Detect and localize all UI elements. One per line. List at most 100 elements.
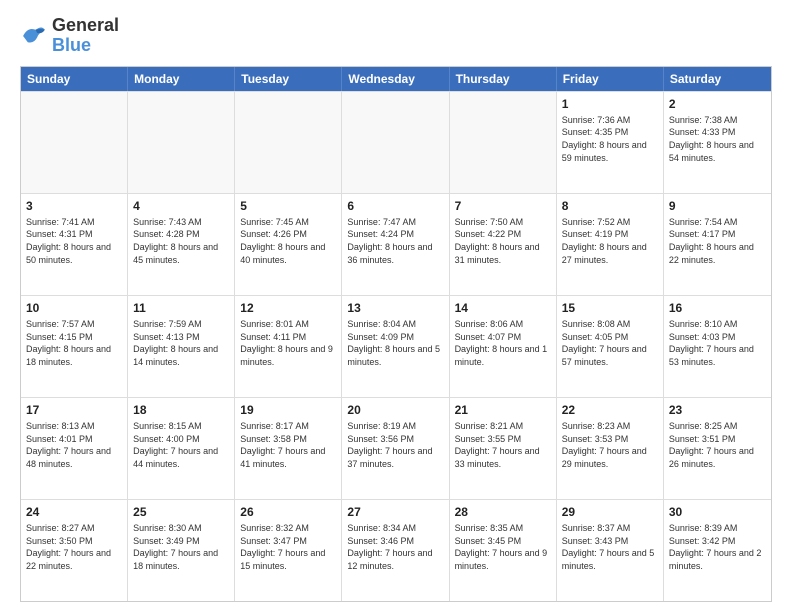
day-number: 20 [347,402,443,418]
week-row-3: 10 Sunrise: 7:57 AM Sunset: 4:15 PM Dayli… [21,295,771,397]
cal-cell: 20 Sunrise: 8:19 AM Sunset: 3:56 PM Dayli… [342,398,449,499]
cal-cell: 30 Sunrise: 8:39 AM Sunset: 3:42 PM Dayli… [664,500,771,601]
day-info: Sunrise: 8:04 AM Sunset: 4:09 PM Dayligh… [347,318,443,368]
day-number: 26 [240,504,336,520]
cal-cell [235,92,342,193]
week-row-4: 17 Sunrise: 8:13 AM Sunset: 4:01 PM Dayli… [21,397,771,499]
day-info: Sunrise: 8:30 AM Sunset: 3:49 PM Dayligh… [133,522,229,572]
calendar-header: SundayMondayTuesdayWednesdayThursdayFrid… [21,67,771,91]
day-number: 12 [240,300,336,316]
header-day-tuesday: Tuesday [235,67,342,91]
day-number: 13 [347,300,443,316]
cal-cell: 23 Sunrise: 8:25 AM Sunset: 3:51 PM Dayli… [664,398,771,499]
cal-cell: 26 Sunrise: 8:32 AM Sunset: 3:47 PM Dayli… [235,500,342,601]
day-number: 10 [26,300,122,316]
day-number: 22 [562,402,658,418]
week-row-1: 1 Sunrise: 7:36 AM Sunset: 4:35 PM Daylig… [21,91,771,193]
day-info: Sunrise: 7:50 AM Sunset: 4:22 PM Dayligh… [455,216,551,266]
day-number: 7 [455,198,551,214]
cal-cell: 2 Sunrise: 7:38 AM Sunset: 4:33 PM Daylig… [664,92,771,193]
cal-cell: 15 Sunrise: 8:08 AM Sunset: 4:05 PM Dayli… [557,296,664,397]
header-day-thursday: Thursday [450,67,557,91]
header: General Blue [20,16,772,56]
day-number: 15 [562,300,658,316]
day-info: Sunrise: 7:43 AM Sunset: 4:28 PM Dayligh… [133,216,229,266]
day-info: Sunrise: 8:17 AM Sunset: 3:58 PM Dayligh… [240,420,336,470]
header-day-friday: Friday [557,67,664,91]
header-day-saturday: Saturday [664,67,771,91]
cal-cell: 28 Sunrise: 8:35 AM Sunset: 3:45 PM Dayli… [450,500,557,601]
page: General Blue SundayMondayTuesdayWednesda… [0,0,792,612]
cal-cell: 24Sunrise: 8:27 AM Sunset: 3:50 PM Dayli… [21,500,128,601]
day-number: 6 [347,198,443,214]
day-info: Sunrise: 7:36 AM Sunset: 4:35 PM Dayligh… [562,114,658,164]
day-number: 1 [562,96,658,112]
day-info: Sunrise: 7:38 AM Sunset: 4:33 PM Dayligh… [669,114,766,164]
cal-cell: 11Sunrise: 7:59 AM Sunset: 4:13 PM Dayli… [128,296,235,397]
logo: General Blue [20,16,119,56]
day-info: Sunrise: 8:32 AM Sunset: 3:47 PM Dayligh… [240,522,336,572]
day-info: Sunrise: 8:15 AM Sunset: 4:00 PM Dayligh… [133,420,229,470]
header-day-sunday: Sunday [21,67,128,91]
day-info: Sunrise: 8:06 AM Sunset: 4:07 PM Dayligh… [455,318,551,368]
calendar-body: 1 Sunrise: 7:36 AM Sunset: 4:35 PM Daylig… [21,91,771,601]
cal-cell: 29 Sunrise: 8:37 AM Sunset: 3:43 PM Dayli… [557,500,664,601]
day-number: 30 [669,504,766,520]
day-info: Sunrise: 7:57 AM Sunset: 4:15 PM Dayligh… [26,318,122,368]
logo-icon [20,22,48,50]
cal-cell: 19Sunrise: 8:17 AM Sunset: 3:58 PM Dayli… [235,398,342,499]
day-info: Sunrise: 8:21 AM Sunset: 3:55 PM Dayligh… [455,420,551,470]
day-info: Sunrise: 8:39 AM Sunset: 3:42 PM Dayligh… [669,522,766,572]
day-info: Sunrise: 8:37 AM Sunset: 3:43 PM Dayligh… [562,522,658,572]
day-info: Sunrise: 7:59 AM Sunset: 4:13 PM Dayligh… [133,318,229,368]
week-row-2: 3 Sunrise: 7:41 AM Sunset: 4:31 PM Daylig… [21,193,771,295]
day-info: Sunrise: 8:27 AM Sunset: 3:50 PM Dayligh… [26,522,122,572]
day-number: 25 [133,504,229,520]
day-info: Sunrise: 8:13 AM Sunset: 4:01 PM Dayligh… [26,420,122,470]
cal-cell: 27Sunrise: 8:34 AM Sunset: 3:46 PM Dayli… [342,500,449,601]
day-number: 14 [455,300,551,316]
cal-cell: 18 Sunrise: 8:15 AM Sunset: 4:00 PM Dayli… [128,398,235,499]
day-info: Sunrise: 8:01 AM Sunset: 4:11 PM Dayligh… [240,318,336,368]
cal-cell [21,92,128,193]
calendar: SundayMondayTuesdayWednesdayThursdayFrid… [20,66,772,602]
day-number: 17 [26,402,122,418]
day-info: Sunrise: 7:41 AM Sunset: 4:31 PM Dayligh… [26,216,122,266]
day-number: 23 [669,402,766,418]
cal-cell [450,92,557,193]
cal-cell: 13 Sunrise: 8:04 AM Sunset: 4:09 PM Dayli… [342,296,449,397]
day-info: Sunrise: 8:08 AM Sunset: 4:05 PM Dayligh… [562,318,658,368]
cal-cell: 3 Sunrise: 7:41 AM Sunset: 4:31 PM Daylig… [21,194,128,295]
cal-cell: 16Sunrise: 8:10 AM Sunset: 4:03 PM Dayli… [664,296,771,397]
day-info: Sunrise: 8:35 AM Sunset: 3:45 PM Dayligh… [455,522,551,572]
day-number: 28 [455,504,551,520]
day-info: Sunrise: 7:45 AM Sunset: 4:26 PM Dayligh… [240,216,336,266]
week-row-5: 24Sunrise: 8:27 AM Sunset: 3:50 PM Dayli… [21,499,771,601]
day-info: Sunrise: 7:47 AM Sunset: 4:24 PM Dayligh… [347,216,443,266]
day-number: 9 [669,198,766,214]
day-number: 21 [455,402,551,418]
cal-cell: 7 Sunrise: 7:50 AM Sunset: 4:22 PM Daylig… [450,194,557,295]
day-info: Sunrise: 8:23 AM Sunset: 3:53 PM Dayligh… [562,420,658,470]
day-info: Sunrise: 7:54 AM Sunset: 4:17 PM Dayligh… [669,216,766,266]
cal-cell: 5 Sunrise: 7:45 AM Sunset: 4:26 PM Daylig… [235,194,342,295]
cal-cell: 6 Sunrise: 7:47 AM Sunset: 4:24 PM Daylig… [342,194,449,295]
day-info: Sunrise: 8:19 AM Sunset: 3:56 PM Dayligh… [347,420,443,470]
cal-cell: 8Sunrise: 7:52 AM Sunset: 4:19 PM Daylig… [557,194,664,295]
cal-cell: 4 Sunrise: 7:43 AM Sunset: 4:28 PM Daylig… [128,194,235,295]
day-number: 18 [133,402,229,418]
day-number: 29 [562,504,658,520]
day-number: 2 [669,96,766,112]
day-number: 4 [133,198,229,214]
day-number: 3 [26,198,122,214]
day-info: Sunrise: 8:25 AM Sunset: 3:51 PM Dayligh… [669,420,766,470]
day-number: 5 [240,198,336,214]
cal-cell: 1 Sunrise: 7:36 AM Sunset: 4:35 PM Daylig… [557,92,664,193]
day-number: 8 [562,198,658,214]
header-day-wednesday: Wednesday [342,67,449,91]
day-number: 27 [347,504,443,520]
cal-cell: 22 Sunrise: 8:23 AM Sunset: 3:53 PM Dayli… [557,398,664,499]
cal-cell: 17 Sunrise: 8:13 AM Sunset: 4:01 PM Dayli… [21,398,128,499]
cal-cell [342,92,449,193]
cal-cell: 9 Sunrise: 7:54 AM Sunset: 4:17 PM Daylig… [664,194,771,295]
